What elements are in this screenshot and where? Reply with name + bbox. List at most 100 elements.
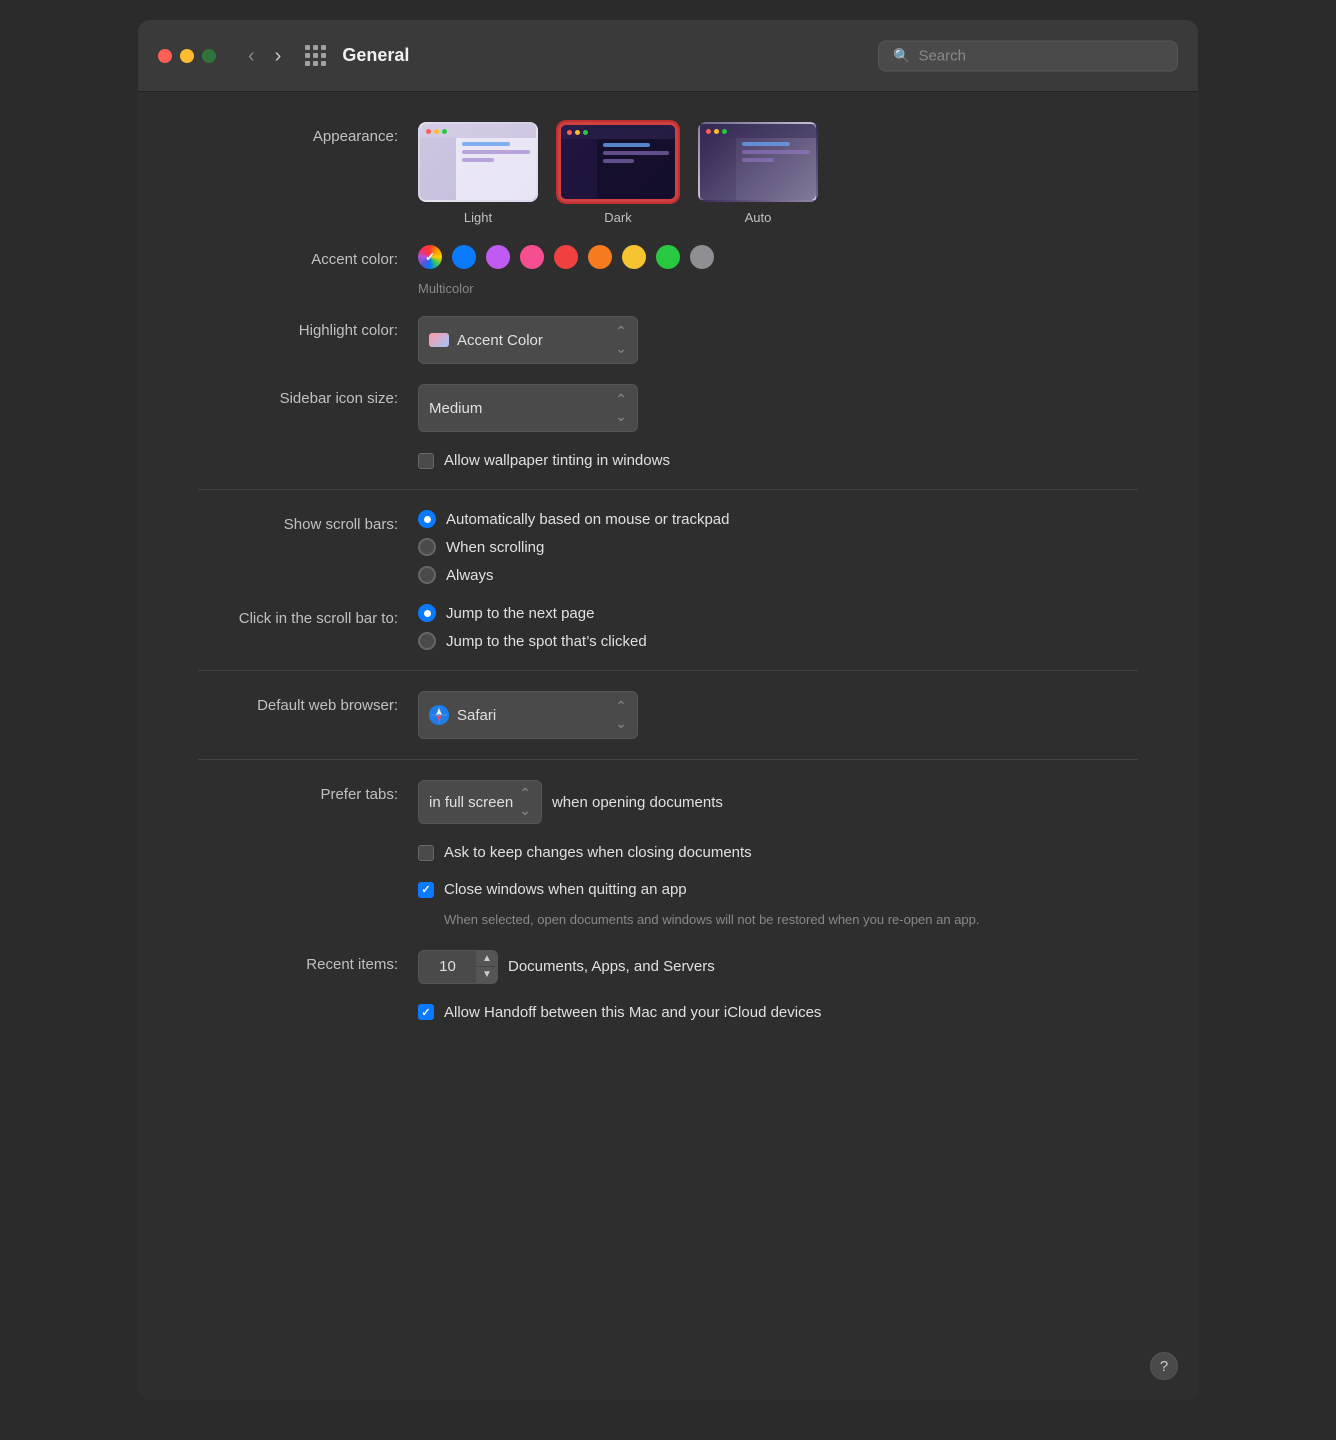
stepper-up-button[interactable]: ▲	[477, 951, 497, 967]
handoff-empty-label	[198, 1004, 418, 1010]
recent-items-value: 10	[419, 952, 476, 981]
divider-2	[198, 670, 1138, 671]
minimize-button[interactable]	[180, 49, 194, 63]
scroll-bars-always-radio[interactable]	[418, 566, 436, 584]
click-scroll-radio-group: Jump to the next page Jump to the spot t…	[418, 604, 1138, 650]
appearance-dark-label: Dark	[604, 210, 631, 225]
scroll-bars-auto-radio[interactable]	[418, 510, 436, 528]
settings-content: Appearance:	[138, 92, 1198, 1101]
accent-purple[interactable]	[486, 245, 510, 269]
click-spot-label: Jump to the spot that’s clicked	[446, 633, 647, 650]
click-next-page-radio[interactable]	[418, 604, 436, 622]
sidebar-icon-size-select[interactable]: Medium ⌃⌄	[418, 384, 638, 432]
keep-changes-text: Ask to keep changes when closing documen…	[444, 844, 752, 861]
sidebar-icon-size-label: Sidebar icon size:	[198, 384, 418, 407]
handoff-control: Allow Handoff between this Mac and your …	[418, 1004, 1138, 1021]
scroll-bars-scrolling-label: When scrolling	[446, 539, 544, 556]
close-windows-empty-label	[198, 881, 418, 887]
wallpaper-tinting-checkbox-row: Allow wallpaper tinting in windows	[418, 452, 1138, 469]
appearance-option-dark[interactable]: Dark	[558, 122, 678, 225]
keep-changes-row: Ask to keep changes when closing documen…	[198, 844, 1138, 861]
stepper-down-button[interactable]: ▼	[477, 967, 497, 983]
accent-multicolor[interactable]	[418, 245, 442, 269]
sidebar-icon-size-row: Sidebar icon size: Medium ⌃⌄	[198, 384, 1138, 432]
prefer-tabs-inline: in full screen ⌃⌄ when opening documents	[418, 780, 1138, 824]
click-next-page-row: Jump to the next page	[418, 604, 1138, 622]
traffic-lights	[158, 49, 216, 63]
keep-changes-checkbox[interactable]	[418, 845, 434, 861]
multicolor-label: Multicolor	[418, 281, 1138, 296]
scroll-bars-always-row: Always	[418, 566, 1138, 584]
prefer-tabs-label: Prefer tabs:	[198, 780, 418, 803]
default-browser-row: Default web browser:	[198, 691, 1138, 739]
default-browser-control: Safari ⌃⌄	[418, 691, 1138, 739]
recent-items-stepper[interactable]: 10 ▲ ▼	[418, 950, 498, 984]
accent-pink[interactable]	[520, 245, 544, 269]
wallpaper-tinting-label	[198, 452, 418, 458]
forward-button[interactable]: ›	[267, 42, 290, 70]
close-windows-checkbox-row: Close windows when quitting an app	[418, 881, 1138, 898]
maximize-button[interactable]	[202, 49, 216, 63]
highlight-color-label: Highlight color:	[198, 316, 418, 339]
appearance-option-auto[interactable]: Auto	[698, 122, 818, 225]
handoff-checkbox-row: Allow Handoff between this Mac and your …	[418, 1004, 1138, 1021]
appearance-thumb-auto	[698, 122, 818, 202]
handoff-checkbox[interactable]	[418, 1004, 434, 1020]
divider-1	[198, 489, 1138, 490]
appearance-option-light[interactable]: Light	[418, 122, 538, 225]
accent-color-control: Multicolor	[418, 245, 1138, 296]
default-browser-select[interactable]: Safari ⌃⌄	[418, 691, 638, 739]
sidebar-icon-size-value: Medium	[429, 400, 482, 417]
highlight-color-row: Highlight color: Accent Color ⌃⌄	[198, 316, 1138, 364]
recent-items-suffix: Documents, Apps, and Servers	[508, 958, 715, 975]
search-input[interactable]	[918, 47, 1163, 64]
accent-graphite[interactable]	[690, 245, 714, 269]
default-browser-value: Safari	[457, 707, 496, 724]
click-scroll-bar-row: Click in the scroll bar to: Jump to the …	[198, 604, 1138, 650]
search-icon: 🔍	[893, 47, 910, 64]
divider-3	[198, 759, 1138, 760]
close-windows-control: Close windows when quitting an app When …	[418, 881, 1138, 930]
appearance-options: Light	[418, 122, 1138, 225]
appearance-light-label: Light	[464, 210, 492, 225]
highlight-color-select[interactable]: Accent Color ⌃⌄	[418, 316, 638, 364]
close-button[interactable]	[158, 49, 172, 63]
appearance-label: Appearance:	[198, 122, 418, 145]
app-grid-icon[interactable]	[305, 45, 326, 66]
stepper-buttons: ▲ ▼	[476, 951, 497, 983]
scroll-bars-auto-row: Automatically based on mouse or trackpad	[418, 510, 1138, 528]
wallpaper-tinting-text: Allow wallpaper tinting in windows	[444, 452, 670, 469]
accent-red[interactable]	[554, 245, 578, 269]
accent-orange[interactable]	[588, 245, 612, 269]
accent-yellow[interactable]	[622, 245, 646, 269]
scroll-bars-scrolling-radio[interactable]	[418, 538, 436, 556]
wallpaper-tinting-checkbox[interactable]	[418, 453, 434, 469]
wallpaper-tinting-row: Allow wallpaper tinting in windows	[198, 452, 1138, 469]
accent-green[interactable]	[656, 245, 680, 269]
accent-blue[interactable]	[452, 245, 476, 269]
close-windows-subtext: When selected, open documents and window…	[444, 910, 1004, 930]
highlight-color-control: Accent Color ⌃⌄	[418, 316, 1138, 364]
help-button[interactable]: ?	[1150, 1352, 1178, 1380]
window-title: General	[342, 45, 409, 66]
appearance-control: Light	[418, 122, 1138, 225]
keep-changes-empty-label	[198, 844, 418, 850]
show-scroll-bars-label: Show scroll bars:	[198, 510, 418, 533]
prefer-tabs-select[interactable]: in full screen ⌃⌄	[418, 780, 542, 824]
highlight-color-value: Accent Color	[457, 332, 543, 349]
recent-items-label: Recent items:	[198, 950, 418, 973]
back-button[interactable]: ‹	[240, 42, 263, 70]
help-icon: ?	[1160, 1358, 1168, 1375]
accent-color-row: Accent color: Multicolor	[198, 245, 1138, 296]
prefer-tabs-suffix: when opening documents	[552, 794, 723, 811]
prefer-tabs-value: in full screen	[429, 794, 513, 811]
scroll-bars-radio-group: Automatically based on mouse or trackpad…	[418, 510, 1138, 584]
close-windows-checkbox[interactable]	[418, 882, 434, 898]
show-scroll-bars-row: Show scroll bars: Automatically based on…	[198, 510, 1138, 584]
click-scroll-bar-control: Jump to the next page Jump to the spot t…	[418, 604, 1138, 650]
recent-items-inline: 10 ▲ ▼ Documents, Apps, and Servers	[418, 950, 1138, 984]
nav-buttons: ‹ ›	[240, 42, 289, 70]
chevron-updown-icon-3: ⌃⌄	[615, 698, 627, 732]
click-spot-radio[interactable]	[418, 632, 436, 650]
search-bar[interactable]: 🔍	[878, 40, 1178, 71]
